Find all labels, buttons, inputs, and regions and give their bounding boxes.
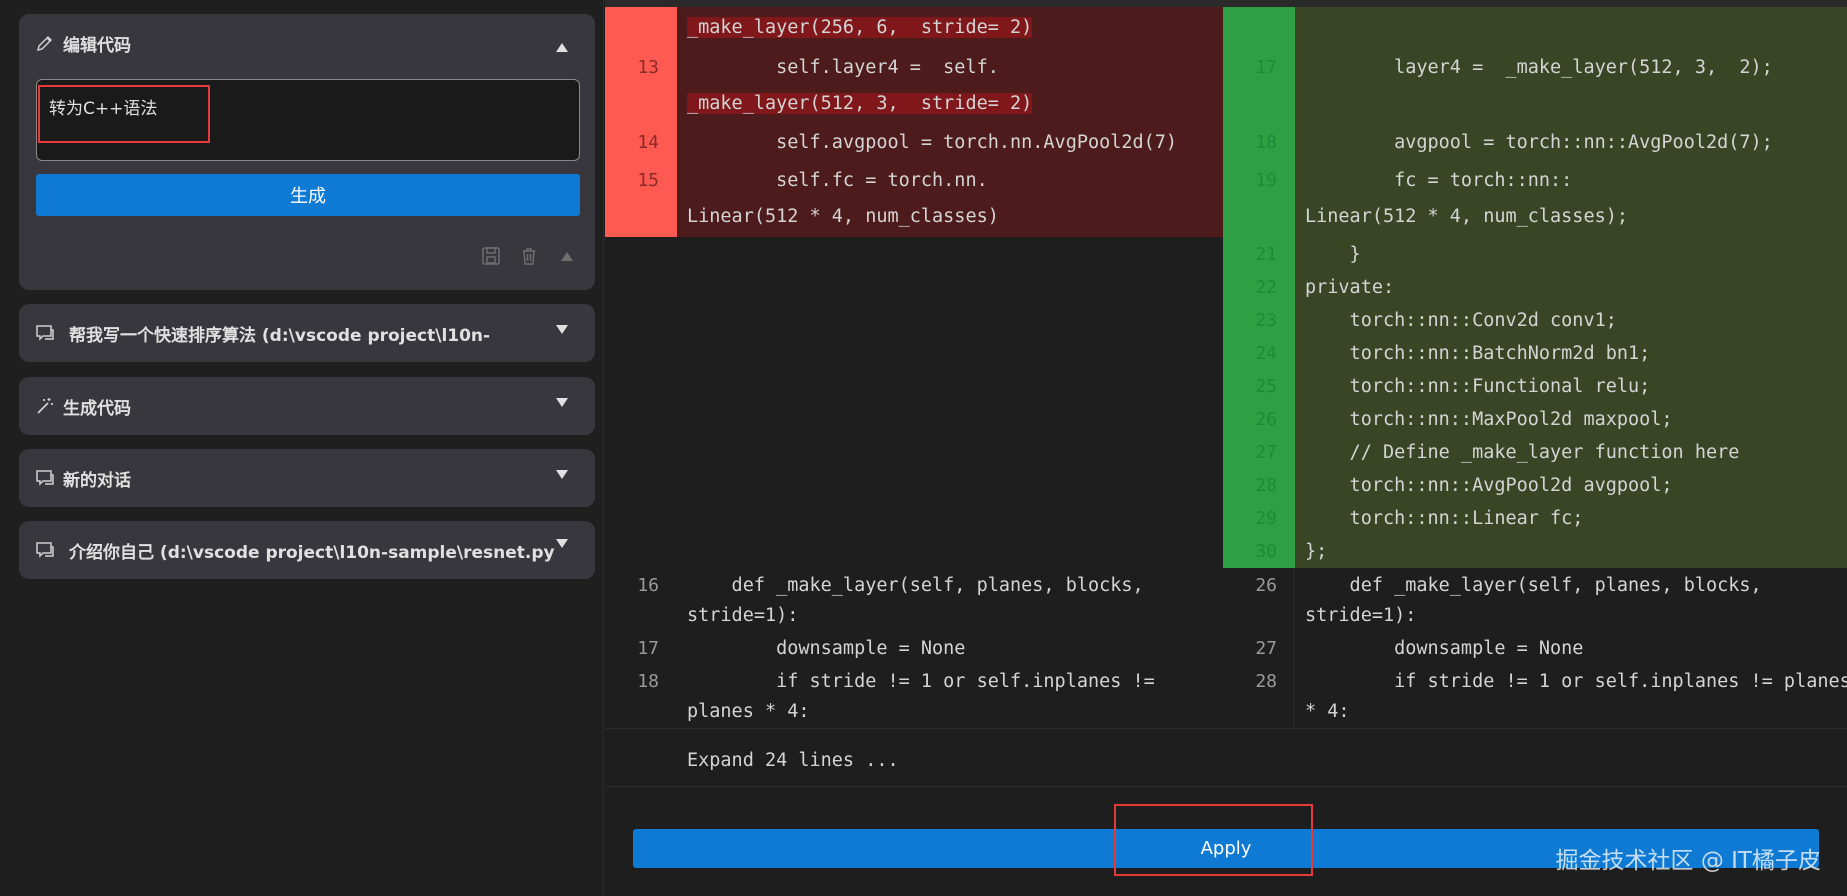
line-number: 29	[1255, 508, 1277, 529]
chevron-up-icon[interactable]	[557, 246, 577, 266]
side-panel: 编辑代码 转为C++语法 生成 帮我写一个快速排序算法 (d:\vscode p…	[0, 0, 604, 896]
history-panel-title: 帮我写一个快速排序算法 (d:\vscode project\l10n-	[69, 325, 491, 346]
code-line: layer4 = _make_layer(512, 3, 2);	[1305, 57, 1773, 78]
line-number: 28	[1255, 671, 1277, 692]
code-line: Linear(512 * 4, num_classes);	[1305, 206, 1629, 227]
line-number: 30	[1255, 541, 1277, 562]
diff-top-border	[605, 0, 1847, 7]
removed-gutter	[605, 7, 677, 237]
line-number: 26	[1255, 575, 1277, 596]
diff-view: _make_layer(256, 6, stride= 2) 13 self.l…	[605, 0, 1847, 896]
code-line: self.avgpool = torch.nn.AvgPool2d(7)	[687, 132, 1178, 153]
line-number: 18	[1255, 132, 1277, 153]
edit-panel-tools	[481, 246, 577, 266]
chevron-down-icon[interactable]	[555, 535, 569, 548]
divider	[605, 786, 1847, 787]
save-icon[interactable]	[481, 246, 501, 266]
expand-lines-link[interactable]: Expand 24 lines ...	[687, 750, 899, 771]
code-line: };	[1305, 541, 1328, 562]
code-line: downsample = None	[687, 638, 966, 659]
trash-icon[interactable]	[519, 246, 539, 266]
code-line: stride=1):	[687, 605, 799, 626]
line-number: 16	[637, 575, 659, 596]
chevron-up-icon[interactable]	[555, 38, 569, 52]
history-panel-generate-code[interactable]: 生成代码	[19, 377, 595, 435]
code-line: torch::nn::MaxPool2d maxpool;	[1305, 409, 1673, 430]
code-line: torch::nn::BatchNorm2d bn1;	[1305, 343, 1651, 364]
code-line: def _make_layer(self, planes, blocks,	[687, 575, 1144, 596]
chat-icon	[35, 323, 55, 343]
code-line: torch::nn::AvgPool2d avgpool;	[1305, 475, 1673, 496]
code-line: if stride != 1 or self.inplanes !=	[687, 671, 1155, 692]
code-line: Linear(512 * 4, num_classes)	[687, 206, 999, 227]
line-number: 21	[1255, 244, 1277, 265]
history-panel-title: 介绍你自己 (d:\vscode project\l10n-sample\res…	[69, 542, 555, 563]
line-number: 22	[1255, 277, 1277, 298]
code-line: * 4:	[1305, 701, 1350, 722]
history-panel-introduce[interactable]: 介绍你自己 (d:\vscode project\l10n-sample\res…	[19, 521, 595, 579]
line-number: 23	[1255, 310, 1277, 331]
code-line: self.fc = torch.nn.	[687, 170, 988, 191]
line-number: 15	[637, 170, 659, 191]
edit-code-header[interactable]: 编辑代码	[35, 14, 579, 72]
pencil-icon	[35, 33, 55, 53]
edit-code-title: 编辑代码	[63, 35, 131, 56]
line-number: 14	[637, 132, 659, 153]
code-line: fc = torch::nn::	[1305, 170, 1573, 191]
code-line: }	[1305, 244, 1361, 265]
code-line: planes * 4:	[687, 701, 810, 722]
code-line: avgpool = torch::nn::AvgPool2d(7);	[1305, 132, 1773, 153]
history-panel-title: 新的对话	[63, 470, 131, 491]
chevron-down-icon[interactable]	[555, 321, 569, 334]
divider	[605, 728, 1847, 729]
history-panel-quicksort[interactable]: 帮我写一个快速排序算法 (d:\vscode project\l10n-	[19, 304, 595, 362]
code-line: // Define _make_layer function here	[1305, 442, 1740, 463]
magic-wand-icon	[35, 396, 55, 416]
generate-button[interactable]: 生成	[36, 174, 580, 216]
code-line: _make_layer(256, 6, stride= 2)	[687, 17, 1033, 38]
edit-instruction-input[interactable]: 转为C++语法	[36, 79, 580, 161]
line-number: 27	[1255, 638, 1277, 659]
history-panel-header[interactable]: 生成代码	[35, 377, 579, 435]
code-line: _make_layer(512, 3, stride= 2)	[687, 93, 1033, 114]
code-line: torch::nn::Functional relu;	[1305, 376, 1651, 397]
history-panel-header[interactable]: 介绍你自己 (d:\vscode project\l10n-sample\res…	[35, 521, 579, 579]
code-line: stride=1):	[1305, 605, 1417, 626]
line-number: 17	[637, 638, 659, 659]
line-number: 27	[1255, 442, 1277, 463]
line-number: 18	[637, 671, 659, 692]
chevron-down-icon[interactable]	[555, 466, 569, 479]
code-line: if stride != 1 or self.inplanes != plane…	[1305, 672, 1847, 692]
history-panel-title: 生成代码	[63, 398, 131, 419]
edit-code-panel: 编辑代码 转为C++语法 生成	[19, 14, 595, 290]
code-line: downsample = None	[1305, 638, 1584, 659]
code-line: torch::nn::Conv2d conv1;	[1305, 310, 1617, 331]
code-line: torch::nn::Linear fc;	[1305, 508, 1584, 529]
chevron-down-icon[interactable]	[555, 394, 569, 407]
line-number: 19	[1255, 170, 1277, 191]
line-number: 24	[1255, 343, 1277, 364]
line-number: 26	[1255, 409, 1277, 430]
history-panel-header[interactable]: 新的对话	[35, 449, 579, 507]
code-line: private:	[1305, 277, 1395, 298]
chat-icon	[35, 540, 55, 560]
removed-block	[677, 7, 1293, 237]
history-panel-header[interactable]: 帮我写一个快速排序算法 (d:\vscode project\l10n-	[35, 304, 579, 362]
line-number: 17	[1255, 57, 1277, 78]
line-number: 25	[1255, 376, 1277, 397]
code-line: def _make_layer(self, planes, blocks,	[1305, 575, 1762, 596]
code-line: self.layer4 = self.	[687, 57, 999, 78]
line-number: 13	[637, 57, 659, 78]
watermark: 掘金技术社区 @ IT橘子皮	[1555, 848, 1821, 874]
history-panel-new-chat[interactable]: 新的对话	[19, 449, 595, 507]
line-number: 28	[1255, 475, 1277, 496]
chat-icon	[35, 468, 55, 488]
